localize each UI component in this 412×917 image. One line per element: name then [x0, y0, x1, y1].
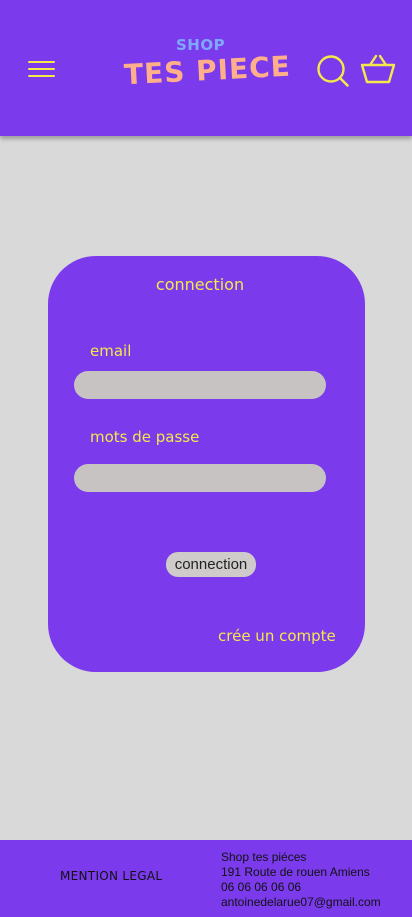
logo-shop-text: SHOP — [176, 36, 226, 54]
site-footer: MENTION LEGAL Shop tes piéces 191 Route … — [0, 840, 412, 917]
email-field[interactable] — [74, 371, 326, 399]
shop-address: 191 Route de rouen Amiens — [221, 865, 370, 879]
menu-bar — [28, 68, 55, 70]
hamburger-menu-icon[interactable] — [28, 59, 56, 79]
shop-phone: 06 06 06 06 06 — [221, 880, 302, 894]
contact-info: Shop tes piéces 191 Route de rouen Amien… — [221, 850, 381, 910]
search-icon[interactable] — [316, 54, 350, 88]
site-header: SHOP TES PIECE — [0, 0, 412, 136]
connection-button[interactable]: connection — [166, 552, 256, 577]
email-label: email — [90, 342, 132, 360]
create-account-link[interactable]: crée un compte — [218, 627, 336, 645]
shop-name: Shop tes piéces — [221, 850, 307, 864]
legal-notice-link[interactable]: MENTION LEGAL — [60, 869, 162, 883]
password-field[interactable] — [74, 464, 326, 492]
menu-bar — [28, 61, 55, 63]
login-title: connection — [155, 275, 245, 294]
shop-email: antoinedelarue07@gmail.com — [221, 895, 381, 909]
menu-bar — [28, 75, 55, 77]
shop-logo[interactable]: SHOP TES PIECE — [120, 34, 292, 98]
login-card: connection email mots de passe connectio… — [48, 256, 365, 672]
password-label: mots de passe — [90, 428, 200, 446]
basket-icon[interactable] — [360, 53, 396, 85]
logo-main-text: TES PIECE — [123, 49, 292, 92]
